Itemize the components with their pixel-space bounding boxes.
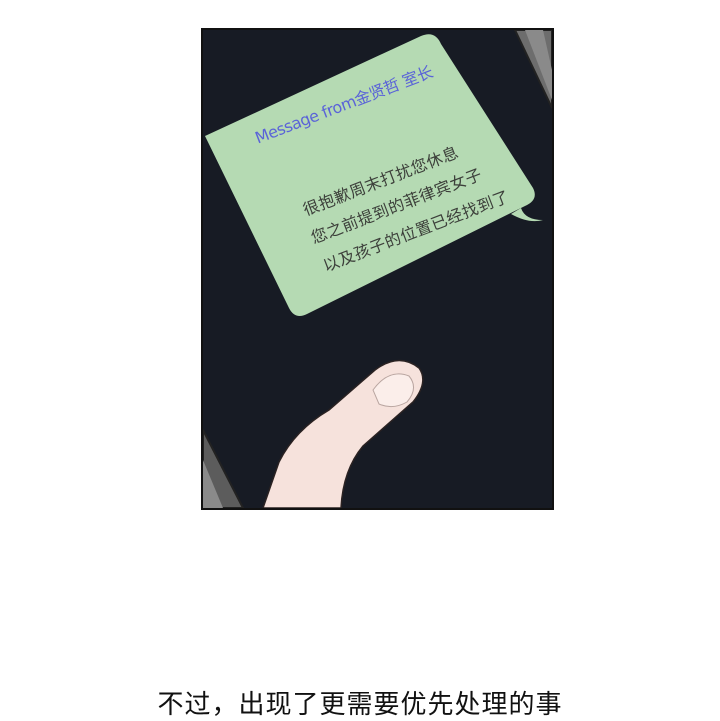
panel-artwork	[203, 30, 552, 508]
narration-caption: 不过，出现了更需要优先处理的事	[157, 690, 563, 720]
chat-bubble	[205, 34, 535, 316]
comic-panel: Message from金贤哲 室长 很抱歉周末打扰您休息 您之前提到的菲律宾女…	[201, 28, 554, 510]
